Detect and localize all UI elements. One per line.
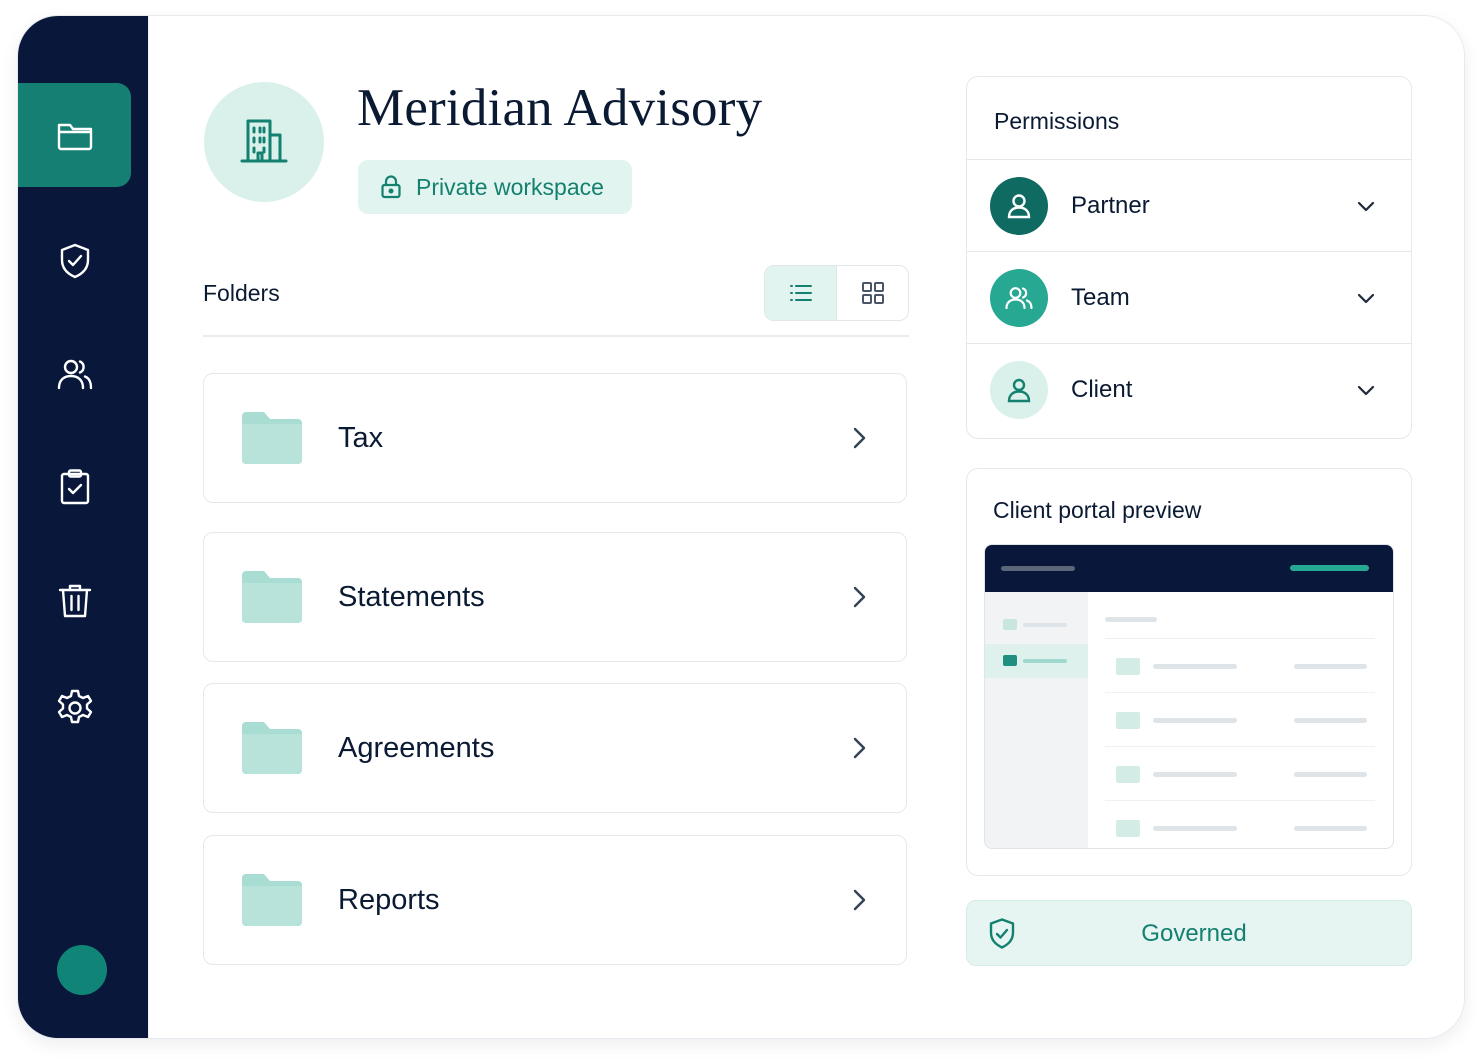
clipboard-check-icon (60, 469, 89, 505)
workspace-title: Meridian Advisory (357, 79, 763, 137)
governed-label: Governed (1141, 920, 1247, 947)
private-workspace-badge: Private workspace (358, 160, 632, 214)
folders-divider (203, 335, 909, 337)
grid-icon (861, 282, 884, 304)
grid-view-button[interactable] (837, 266, 908, 320)
permission-label: Team (1071, 283, 1130, 311)
users-icon (1005, 286, 1033, 309)
chevron-right-icon (853, 737, 866, 759)
permission-row-client[interactable]: Client (967, 343, 1411, 435)
folder-icon (57, 123, 92, 151)
folder-row-tax[interactable]: Tax (203, 373, 907, 503)
chevron-down-icon (1357, 385, 1375, 395)
permissions-title: Permissions (994, 108, 1120, 134)
view-toggle (764, 265, 909, 321)
building-icon (240, 119, 288, 163)
portal-preview-illustration (985, 545, 1393, 848)
folder-name: Agreements (338, 731, 495, 764)
sidebar-item-trash[interactable] (18, 548, 131, 652)
folder-name: Reports (338, 883, 440, 916)
permission-row-team[interactable]: Team (967, 251, 1411, 343)
trash-icon (58, 584, 91, 618)
sidebar-item-settings[interactable] (18, 656, 131, 760)
list-icon (789, 285, 812, 301)
permission-label: Client (1071, 375, 1133, 403)
private-workspace-label: Private workspace (416, 173, 604, 200)
sidebar-item-tasks[interactable] (18, 435, 131, 539)
sidebar-item-security[interactable] (18, 209, 131, 313)
sidebar (18, 16, 148, 1038)
folder-icon (242, 412, 302, 464)
folder-icon (242, 874, 302, 926)
partner-avatar (990, 176, 1048, 235)
chevron-down-icon (1357, 201, 1375, 211)
chevron-right-icon (853, 586, 866, 608)
sidebar-item-folders[interactable] (18, 83, 131, 187)
folder-row-statements[interactable]: Statements (203, 532, 907, 662)
client-portal-preview-panel: Client portal preview (966, 468, 1412, 876)
folder-name: Tax (338, 421, 384, 454)
folder-icon (242, 722, 302, 774)
app-window: Meridian Advisory Private workspace Fold… (18, 16, 1464, 1038)
gear-icon (57, 689, 92, 724)
workspace-avatar (204, 82, 324, 202)
folders-heading: Folders (203, 280, 280, 306)
permissions-panel: Permissions Partner Team Client (966, 76, 1412, 439)
user-avatar[interactable] (57, 945, 107, 995)
governed-status[interactable]: Governed (966, 900, 1412, 966)
team-avatar (990, 268, 1048, 327)
folder-name: Statements (338, 580, 485, 613)
chevron-right-icon (853, 889, 866, 911)
chevron-right-icon (853, 427, 866, 449)
client-avatar (990, 360, 1048, 419)
list-view-button[interactable] (765, 266, 837, 320)
user-icon (1007, 193, 1031, 218)
chevron-down-icon (1357, 293, 1375, 303)
user-icon (1007, 378, 1031, 402)
shield-check-icon (60, 243, 89, 279)
permission-label: Partner (1071, 191, 1150, 219)
users-icon (57, 359, 92, 390)
main-content: Meridian Advisory Private workspace Fold… (148, 16, 1464, 1038)
portal-preview-thumbnail[interactable] (984, 544, 1394, 849)
folder-row-reports[interactable]: Reports (203, 835, 907, 965)
lock-icon (381, 175, 401, 199)
folder-icon (242, 571, 302, 623)
folder-row-agreements[interactable]: Agreements (203, 683, 907, 813)
sidebar-item-users[interactable] (18, 322, 131, 426)
permission-row-partner[interactable]: Partner (967, 159, 1411, 251)
preview-title: Client portal preview (993, 497, 1202, 523)
